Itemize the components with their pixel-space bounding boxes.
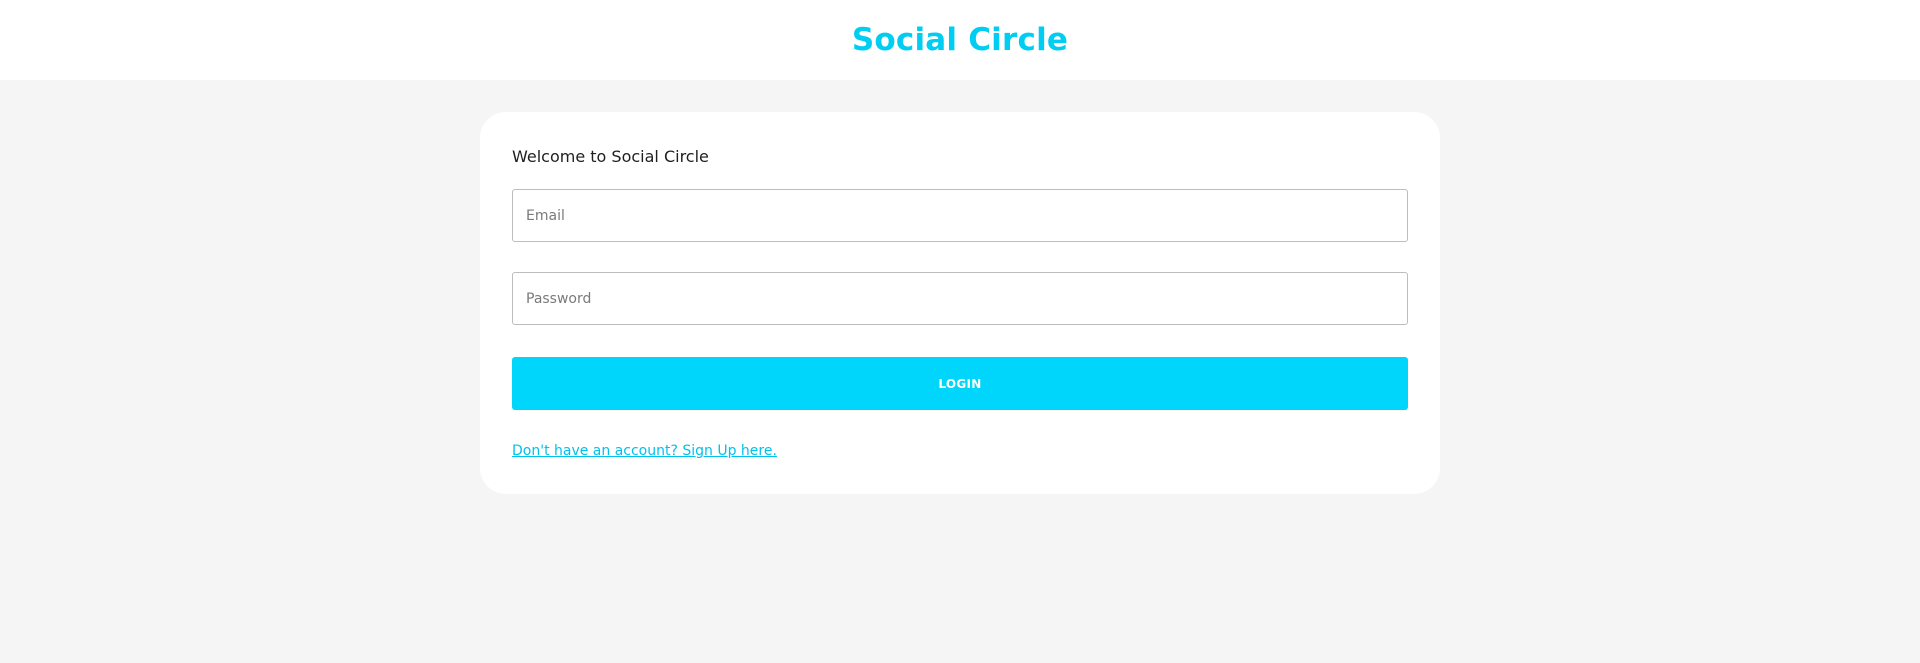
app-title: Social Circle [851, 21, 1069, 58]
main-content: Welcome to Social Circle LOGIN Don't hav… [0, 80, 1920, 663]
login-button[interactable]: LOGIN [512, 357, 1408, 410]
password-field[interactable] [512, 272, 1408, 325]
welcome-heading: Welcome to Social Circle [512, 147, 709, 166]
app-header: Social Circle [0, 0, 1920, 80]
email-field[interactable] [512, 189, 1408, 242]
login-card: Welcome to Social Circle LOGIN Don't hav… [480, 112, 1440, 494]
signup-link[interactable]: Don't have an account? Sign Up here. [512, 443, 777, 459]
